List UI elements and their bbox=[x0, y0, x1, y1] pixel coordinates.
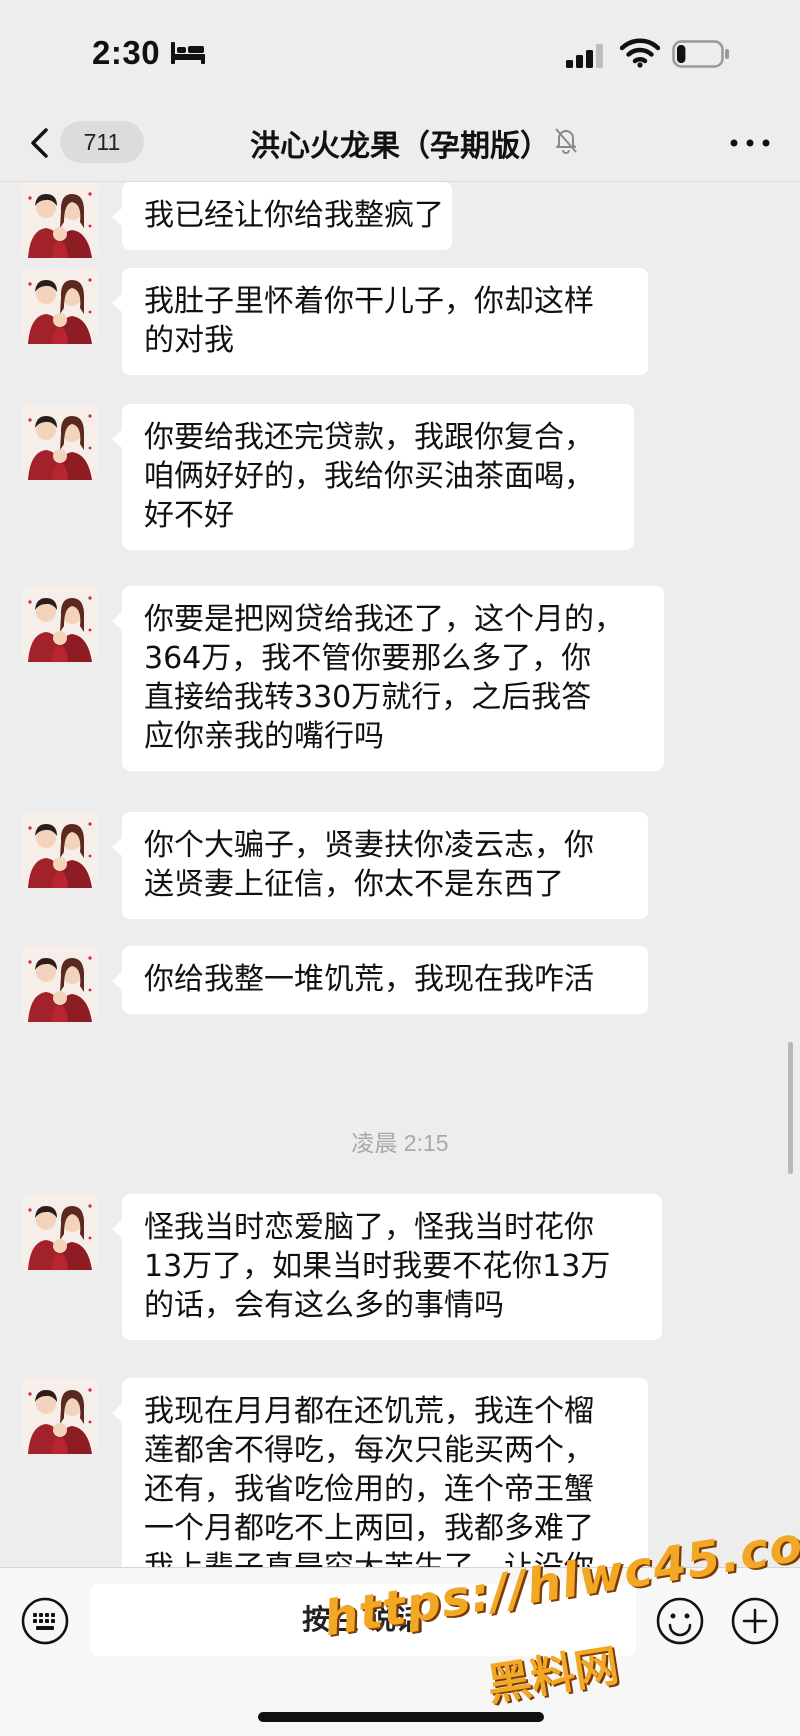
message-text-line: 你要是把网贷给我还了，这个月的， bbox=[144, 602, 624, 637]
emoji-icon[interactable] bbox=[655, 1596, 705, 1646]
contact-avatar[interactable] bbox=[22, 1378, 98, 1454]
message-text-line: 怪我当时恋爱脑了，怪我当时花你 bbox=[144, 1210, 594, 1245]
message-text-line: 一个月都吃不上两回，我都多难了 bbox=[144, 1511, 594, 1546]
message-bubble[interactable]: 我已经让你给我整疯了 bbox=[112, 182, 452, 250]
bed-icon bbox=[171, 42, 205, 64]
message-text-line: 还有，我省吃俭用的，连个帝王蟹 bbox=[144, 1472, 594, 1507]
wifi-icon bbox=[620, 38, 660, 68]
contact-avatar[interactable] bbox=[22, 182, 98, 258]
message-text-line: 你要给我还完贷款，我跟你复合， bbox=[144, 420, 594, 455]
scrollbar[interactable] bbox=[788, 1042, 793, 1174]
message-text-line: 咱俩好好的，我给你买油茶面喝， bbox=[144, 459, 594, 494]
bell-muted-icon bbox=[555, 128, 577, 154]
message-bubble[interactable]: 你个大骗子，贤妻扶你凌云志，你 送贤妻上征信，你太不是东西了 bbox=[112, 812, 648, 919]
message-text-line: 应你亲我的嘴行吗 bbox=[144, 719, 384, 754]
keyboard-icon[interactable] bbox=[20, 1596, 70, 1646]
cellular-signal-icon bbox=[566, 44, 603, 68]
message-text-line: 你给我整一堆饥荒，我现在我咋活 bbox=[144, 962, 594, 997]
message-text-line: 364万，我不管你要那么多了，你 bbox=[144, 641, 592, 676]
message-text-line: 我已经让你给我整疯了 bbox=[144, 198, 444, 233]
message-text-line: 我肚子里怀着你干儿子，你却这样 bbox=[144, 284, 594, 319]
more-options-button[interactable] bbox=[722, 125, 778, 161]
plus-circle-icon[interactable] bbox=[730, 1596, 780, 1646]
message-text-line: 送贤妻上征信，你太不是东西了 bbox=[144, 867, 564, 902]
message-bubble[interactable]: 我肚子里怀着你干儿子，你却这样 的对我 bbox=[112, 268, 648, 375]
message-bubble[interactable]: 你要给我还完贷款，我跟你复合， 咱俩好好的，我给你买油茶面喝， 好不好 bbox=[112, 404, 634, 550]
chat-title: 洪心火龙果（孕期版） bbox=[250, 129, 550, 164]
message-timestamp: 凌晨 2:15 bbox=[351, 1130, 449, 1156]
home-indicator bbox=[258, 1712, 544, 1722]
message-text-line: 你个大骗子，贤妻扶你凌云志，你 bbox=[144, 828, 594, 863]
contact-avatar[interactable] bbox=[22, 404, 98, 480]
contact-avatar[interactable] bbox=[22, 946, 98, 1022]
message-text-line: 的对我 bbox=[144, 323, 234, 358]
message-bubble[interactable]: 你给我整一堆饥荒，我现在我咋活 bbox=[112, 946, 648, 1014]
status-bar: 2:30 bbox=[0, 0, 800, 105]
chat-header: 711 洪心火龙果（孕期版） bbox=[0, 105, 800, 182]
contact-avatar[interactable] bbox=[22, 268, 98, 344]
message-text-line: 的话，会有这么多的事情吗 bbox=[144, 1288, 504, 1323]
message-list[interactable]: 我已经让你给我整疯了 我肚子里怀着你干儿子，你却这样 的对我 你要给我还完贷款，… bbox=[0, 182, 800, 1567]
message-text-line: 13万了，如果当时我要不花你13万 bbox=[144, 1249, 611, 1284]
message-bubble[interactable]: 我现在月月都在还饥荒，我连个榴 莲都舍不得吃，每次只能买两个， 还有，我省吃俭用的，… bbox=[112, 1378, 648, 1567]
contact-avatar[interactable] bbox=[22, 812, 98, 888]
contact-avatar[interactable] bbox=[22, 586, 98, 662]
message-text-line: 直接给我转330万就行，之后我答 bbox=[144, 680, 592, 715]
battery-icon bbox=[672, 40, 729, 68]
status-time: 2:30 bbox=[92, 34, 161, 71]
message-text-line: 我现在月月都在还饥荒，我连个榴 bbox=[144, 1394, 594, 1429]
contact-avatar[interactable] bbox=[22, 1194, 98, 1270]
message-text-line: 好不好 bbox=[144, 498, 234, 533]
message-text-line: 莲都舍不得吃，每次只能买两个， bbox=[144, 1433, 594, 1468]
message-bubble[interactable]: 你要是把网贷给我还了，这个月的， 364万，我不管你要那么多了，你 直接给我转330… bbox=[112, 586, 664, 771]
message-bubble[interactable]: 怪我当时恋爱脑了，怪我当时花你 13万了，如果当时我要不花你13万 的话，会有这么多… bbox=[112, 1194, 662, 1340]
